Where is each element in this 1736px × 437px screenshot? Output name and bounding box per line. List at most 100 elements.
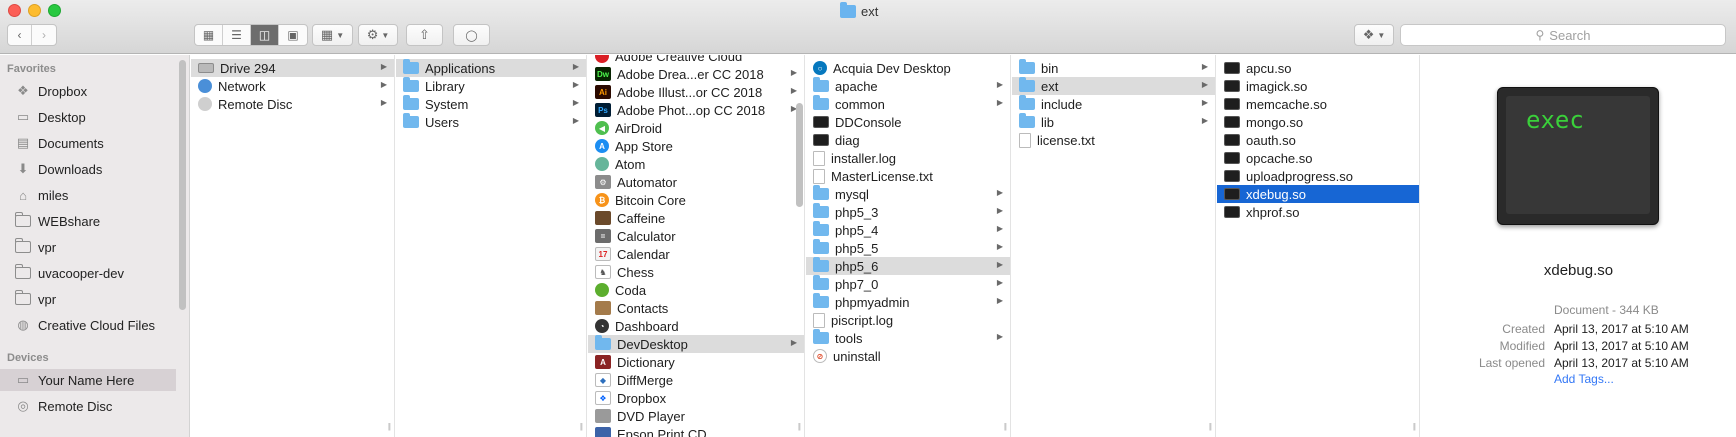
item-license-txt[interactable]: license.txt [1012, 131, 1215, 149]
forward-button[interactable]: › [32, 25, 56, 45]
item-mongo-so[interactable]: mongo.so [1217, 113, 1419, 131]
item-imagick-so[interactable]: imagick.so [1217, 77, 1419, 95]
item-ddconsole[interactable]: DDConsole [806, 113, 1010, 131]
item-apcu-so[interactable]: apcu.so [1217, 59, 1419, 77]
column-resize-handle[interactable]: || [1004, 422, 1007, 431]
item-adobe-creative-cloud[interactable]: Adobe Creative Cloud [588, 55, 804, 65]
item-dashboard[interactable]: ◔ Dashboard [588, 317, 804, 335]
item-lib[interactable]: lib ▶ [1012, 113, 1215, 131]
column-scrollbar[interactable] [796, 103, 803, 207]
item-diffmerge[interactable]: ◆ DiffMerge [588, 371, 804, 389]
item-dropbox[interactable]: ❖ Dropbox [588, 389, 804, 407]
column-view-button[interactable]: ◫ [251, 25, 279, 45]
item-automator[interactable]: ⚙ Automator [588, 173, 804, 191]
group-by-button[interactable]: ▦ ▼ [312, 24, 353, 46]
item-php5-5[interactable]: php5_5 ▶ [806, 239, 1010, 257]
column-resize-handle[interactable]: || [1209, 422, 1212, 431]
item-php7-0[interactable]: php7_0 ▶ [806, 275, 1010, 293]
item-drive-294[interactable]: Drive 294 ▶ [191, 59, 394, 77]
item-caffeine[interactable]: Caffeine [588, 209, 804, 227]
item-diag[interactable]: diag [806, 131, 1010, 149]
item-bin[interactable]: bin ▶ [1012, 59, 1215, 77]
item-coda[interactable]: Coda [588, 281, 804, 299]
item-common[interactable]: common ▶ [806, 95, 1010, 113]
item-uninstall[interactable]: ⊘ uninstall [806, 347, 1010, 365]
minimize-window-button[interactable] [28, 4, 41, 17]
item-opcache-so[interactable]: opcache.so [1217, 149, 1419, 167]
item-uploadprogress-so[interactable]: uploadprogress.so [1217, 167, 1419, 185]
sidebar-item-label: vpr [38, 291, 57, 307]
item-calculator[interactable]: = Calculator [588, 227, 804, 245]
item-applications[interactable]: Applications ▶ [396, 59, 586, 77]
item-contacts[interactable]: Contacts [588, 299, 804, 317]
item-adobe-phot-op-cc-2018[interactable]: Ps Adobe Phot...op CC 2018 ▶ [588, 101, 804, 119]
close-window-button[interactable] [8, 4, 21, 17]
item-users[interactable]: Users ▶ [396, 113, 586, 131]
item-dvd-player[interactable]: DVD Player [588, 407, 804, 425]
sidebar-item-vpr[interactable]: vpr [0, 288, 176, 310]
item-piscript-log[interactable]: piscript.log [806, 311, 1010, 329]
item-chess[interactable]: ♞ Chess [588, 263, 804, 281]
item-oauth-so[interactable]: oauth.so [1217, 131, 1419, 149]
item-phpmyadmin[interactable]: phpmyadmin ▶ [806, 293, 1010, 311]
item-adobe-illust-or-cc-2018[interactable]: Ai Adobe Illust...or CC 2018 ▶ [588, 83, 804, 101]
item-memcache-so[interactable]: memcache.so [1217, 95, 1419, 113]
sidebar-item-miles[interactable]: ⌂ miles [0, 184, 176, 206]
item-php5-3[interactable]: php5_3 ▶ [806, 203, 1010, 221]
item-xdebug-so[interactable]: xdebug.so [1217, 185, 1419, 203]
sidebar-item-desktop[interactable]: ▭ Desktop [0, 106, 176, 128]
sidebar-item-creative-cloud-files[interactable]: ◍ Creative Cloud Files [0, 314, 176, 336]
item-installer-log[interactable]: installer.log [806, 149, 1010, 167]
item-label: php5_6 [835, 258, 879, 274]
item-masterlicense-txt[interactable]: MasterLicense.txt [806, 167, 1010, 185]
item-remote-disc[interactable]: Remote Disc ▶ [191, 95, 394, 113]
sidebar-item-your-name-here[interactable]: ▭ Your Name Here [0, 369, 176, 391]
add-tags-link[interactable]: Add Tags... [1554, 372, 1614, 386]
column-resize-handle[interactable]: || [580, 422, 583, 431]
item-devdesktop[interactable]: DevDesktop ▶ [588, 335, 804, 353]
document-icon [813, 168, 825, 184]
sidebar-item-vpr[interactable]: vpr [0, 236, 176, 258]
list-view-button[interactable]: ☰ [223, 25, 251, 45]
item-xhprof-so[interactable]: xhprof.so [1217, 203, 1419, 221]
item-bitcoin-core[interactable]: ₿ Bitcoin Core [588, 191, 804, 209]
tags-button[interactable]: ◯ [453, 24, 490, 46]
item-library[interactable]: Library ▶ [396, 77, 586, 95]
sidebar-item-dropbox[interactable]: ❖ Dropbox [0, 80, 176, 102]
sidebar-item-downloads[interactable]: ⬇ Downloads [0, 158, 176, 180]
sidebar-scrollbar[interactable] [179, 60, 186, 310]
item-airdroid[interactable]: ◀ AirDroid [588, 119, 804, 137]
item-php5-6[interactable]: php5_6 ▶ [806, 257, 1010, 275]
column-resize-handle[interactable]: || [388, 422, 391, 431]
share-button[interactable]: ⇧ [406, 24, 443, 46]
icon-view-button[interactable]: ▦ [195, 25, 223, 45]
column-resize-handle[interactable]: || [798, 422, 801, 431]
action-button[interactable]: ⚙ ▼ [358, 24, 398, 46]
item-dictionary[interactable]: A Dictionary [588, 353, 804, 371]
item-mysql[interactable]: mysql ▶ [806, 185, 1010, 203]
item-include[interactable]: include ▶ [1012, 95, 1215, 113]
item-acquia-dev-desktop[interactable]: ○ Acquia Dev Desktop [806, 59, 1010, 77]
item-epson-print-cd[interactable]: Epson Print CD [588, 425, 804, 437]
item-network[interactable]: Network ▶ [191, 77, 394, 95]
sidebar-item-remote-disc[interactable]: ◎ Remote Disc [0, 395, 176, 417]
search-field[interactable]: ⚲ Search [1400, 24, 1726, 46]
item-apache[interactable]: apache ▶ [806, 77, 1010, 95]
item-system[interactable]: System ▶ [396, 95, 586, 113]
item-php5-4[interactable]: php5_4 ▶ [806, 221, 1010, 239]
sidebar-item-documents[interactable]: ▤ Documents [0, 132, 176, 154]
item-adobe-drea-er-cc-2018[interactable]: Dw Adobe Drea...er CC 2018 ▶ [588, 65, 804, 83]
item-tools[interactable]: tools ▶ [806, 329, 1010, 347]
cover-flow-button[interactable]: ▣ [279, 25, 307, 45]
zoom-window-button[interactable] [48, 4, 61, 17]
item-calendar[interactable]: 17 Calendar [588, 245, 804, 263]
column-resize-handle[interactable]: || [1413, 422, 1416, 431]
item-app-store[interactable]: A App Store [588, 137, 804, 155]
back-button[interactable]: ‹ [8, 25, 32, 45]
sidebar-item-uvacooper-dev[interactable]: uvacooper-dev [0, 262, 176, 284]
sidebar-item-label: Creative Cloud Files [38, 317, 156, 333]
item-atom[interactable]: Atom [588, 155, 804, 173]
sidebar-item-webshare[interactable]: WEBshare [0, 210, 176, 232]
item-ext[interactable]: ext ▶ [1012, 77, 1215, 95]
dropbox-toolbar-button[interactable]: ❖ ▼ [1354, 24, 1394, 46]
